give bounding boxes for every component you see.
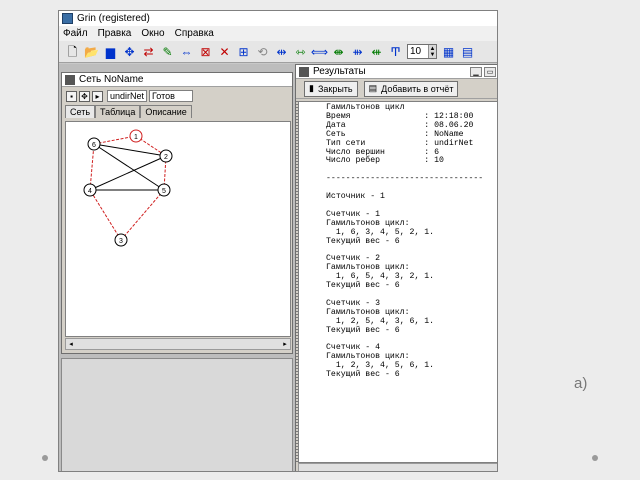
cycle-edge-3-4 [89,189,122,241]
delete-vertex-icon[interactable]: ⊠ [198,44,213,59]
align-right-icon[interactable]: ⟺ [311,44,328,59]
tab-table[interactable]: Таблица [95,105,141,118]
network-window-titlebar: Сеть NoName [62,73,292,87]
grin-app-window: Grin (registered) Файл Правка Окно Справ… [58,10,498,472]
cycle-edge-5-3 [120,189,165,241]
network-window-title: Сеть NoName [79,74,144,85]
close-results-label: Закрыть [317,83,353,94]
app-title: Grin (registered) [77,13,150,24]
graph-edge-4-2 [89,155,167,191]
results-report-area[interactable]: Гамильтонов цикл Время : 12:18:00 Дата :… [298,101,497,463]
size-spinbox-value: 10 [410,46,422,57]
weight-icon[interactable]: ⊞ [236,44,251,59]
save-icon[interactable]: ▆ [103,44,118,59]
network-tabs: Сеть Таблица Описание [62,105,292,118]
graph-vertex-label-3: 3 [119,238,123,245]
results-window-titlebar: Результаты ▁ ▭ [296,65,497,79]
graph-canvas[interactable]: 1 2 3 4 5 6 [65,121,291,337]
scroll-left-icon[interactable]: ◂ [66,339,76,349]
mdi-workspace: Сеть NoName ▪ ✥ ▸ undirNet Готов Сеть Та… [59,64,497,471]
minimize-icon[interactable]: ▁ [470,67,482,77]
network-window-icon [65,74,75,85]
menu-help[interactable]: Справка [175,28,214,39]
menu-edit[interactable]: Правка [98,28,132,39]
graph-vertex-label-2: 2 [164,154,168,161]
add-to-report-button[interactable]: ▤ Добавить в отчёт [363,80,459,97]
door-icon: ▮ [309,83,314,93]
graph-vertex-label-1: 1 [134,134,138,141]
net-type-field: undirNet [107,90,147,102]
toolbar: 🗋 📂 ▆ ✥ ⇄ ✎ ⇔ ⊠ ✕ ⊞ ⟲ ⇹ ⇿ ⟺ ⇼ ⇻ ⇺ Ͳ 10 ▲… [59,41,497,63]
list-view-icon[interactable]: ▤ [460,44,475,59]
close-results-button[interactable]: ▮ Закрыть [304,80,358,97]
arrow-icon[interactable]: ▸ [92,90,103,102]
menu-window[interactable]: Окно [141,28,164,39]
grid-toggle-icon[interactable]: ▪ [66,90,77,102]
results-toolbar: ▮ Закрыть ▤ Добавить в отчёт [296,79,497,99]
move-icon[interactable]: ✥ [79,90,90,102]
table-view-icon[interactable]: ▦ [441,44,456,59]
menubar: Файл Правка Окно Справка [59,26,497,41]
move-vertex-icon[interactable]: ⇔ [179,44,194,59]
results-window-title: Результаты [313,66,366,77]
slide-dot-right [592,455,598,461]
menu-file[interactable]: Файл [63,28,88,39]
tab-description[interactable]: Описание [140,105,192,118]
open-folder-icon[interactable]: 📂 [84,44,99,59]
add-edge-icon[interactable]: ⇄ [141,44,156,59]
graph-svg: 1 2 3 4 5 6 [83,129,173,247]
grin-app-icon [62,13,73,24]
results-horizontal-scrollbar[interactable] [298,463,497,471]
distribute-icon[interactable]: ⇼ [331,44,346,59]
size-spinbox[interactable]: 10 ▲ ▼ [407,44,437,59]
graph-vertex-label-6: 6 [92,142,96,149]
figure-label: a) [574,375,588,392]
disabled-tool-icon: ⟲ [257,44,268,59]
delete-edge-icon[interactable]: ✕ [217,44,232,59]
font-size-icon[interactable]: Ͳ [388,44,403,59]
graph-vertex-label-4: 4 [88,188,92,195]
scroll-right-icon[interactable]: ▸ [280,339,290,349]
app-titlebar: Grin (registered) [59,11,497,26]
slide-dot-left [42,455,48,461]
spin-arrows[interactable]: ▲ ▼ [428,45,436,58]
tab-network[interactable]: Сеть [65,105,96,118]
network-window: Сеть NoName ▪ ✥ ▸ undirNet Готов Сеть Та… [61,72,293,354]
results-report-text: Гамильтонов цикл Время : 12:18:00 Дата :… [326,103,484,380]
graph-edge-6-2 [93,143,167,157]
align-center-icon[interactable]: ⇿ [293,44,308,59]
graph-horizontal-scrollbar[interactable]: ◂ ▸ [65,338,291,350]
maximize-icon[interactable]: ▭ [484,67,496,77]
new-file-icon[interactable]: 🗋 [65,44,80,59]
align-left-icon[interactable]: ⇹ [274,44,289,59]
arrange-icon[interactable]: ⇺ [369,44,384,59]
network-toolbar: ▪ ✥ ▸ undirNet Готов [62,88,292,104]
spacing-icon[interactable]: ⇻ [350,44,365,59]
results-window: Результаты ▁ ▭ ▮ Закрыть ▤ Добавить в от… [295,64,497,471]
report-icon: ▤ [368,83,378,93]
window-buttons: ▁ ▭ [468,67,496,77]
graph-vertex-label-5: 5 [162,188,166,195]
edit-vertex-icon[interactable]: ✎ [160,44,175,59]
add-vertex-icon[interactable]: ✥ [122,44,137,59]
results-window-icon [299,66,309,77]
add-to-report-label: Добавить в отчёт [381,83,454,94]
lower-empty-pane [61,358,293,471]
net-status-field: Готов [149,90,193,102]
cycle-edge-4-6 [89,143,95,191]
